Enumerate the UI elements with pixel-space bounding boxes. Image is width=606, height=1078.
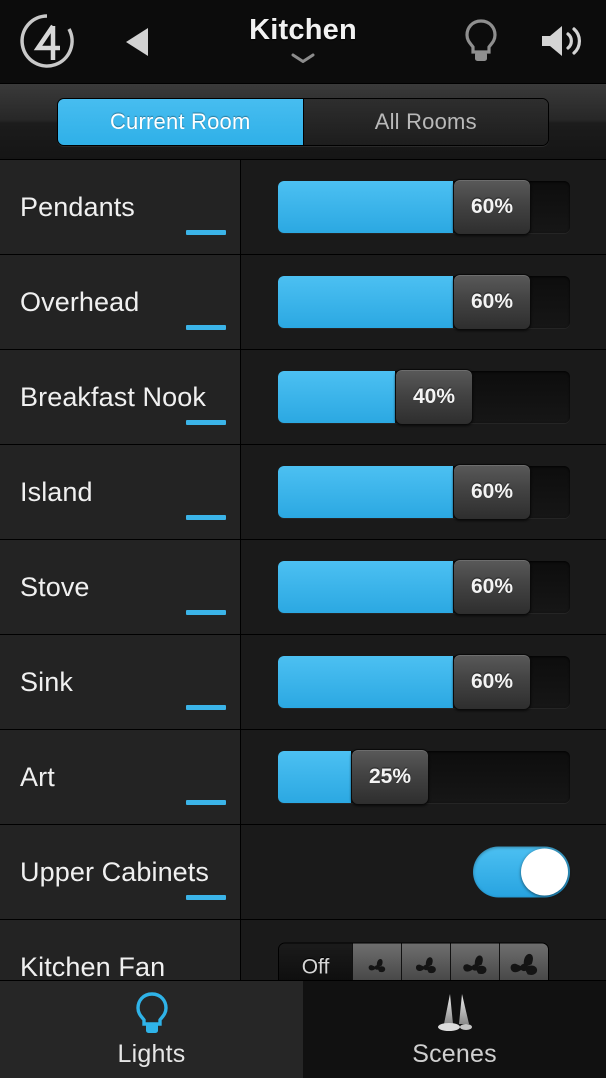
chevron-down-icon[interactable] <box>290 52 316 64</box>
light-row[interactable]: Breakfast Nook 40% <box>0 350 606 445</box>
light-status-dash <box>186 230 226 235</box>
speaker-volume-icon[interactable] <box>538 22 586 60</box>
light-row[interactable]: Overhead 60% <box>0 255 606 350</box>
dimmer-slider-fill <box>278 371 395 423</box>
lights-list: Pendants 60% Overhead 60% Breakfast Nook 40% I… <box>0 160 606 1015</box>
tab-label: Scenes <box>412 1040 497 1068</box>
app-root: Kitchen Current Room All Rooms Pendants … <box>0 0 606 1078</box>
light-status-dash <box>186 515 226 520</box>
dimmer-slider[interactable]: 60% <box>278 559 570 615</box>
dimmer-slider[interactable]: 60% <box>278 274 570 330</box>
light-name: Art <box>20 761 55 792</box>
light-row[interactable]: Sink 60% <box>0 635 606 730</box>
light-status-dash <box>186 705 226 710</box>
light-row[interactable]: Upper Cabinets <box>0 825 606 920</box>
light-name: Overhead <box>20 286 140 317</box>
light-label-cell[interactable]: Pendants <box>0 160 241 254</box>
segment-all-rooms[interactable]: All Rooms <box>303 98 548 145</box>
room-scope-segmented-control[interactable]: Current Room All Rooms <box>57 97 549 146</box>
light-status-dash <box>186 325 226 330</box>
dimmer-slider-fill <box>278 561 453 613</box>
light-control-cell[interactable]: 60% <box>241 635 606 729</box>
light-name: Island <box>20 476 93 507</box>
light-control-cell[interactable]: 60% <box>241 540 606 634</box>
app-header: Kitchen <box>0 0 606 84</box>
lightbulb-icon[interactable] <box>464 18 498 64</box>
light-label-cell[interactable]: Sink <box>0 635 241 729</box>
light-status-dash <box>186 420 226 425</box>
light-label-cell[interactable]: Stove <box>0 540 241 634</box>
lightbulb-icon <box>134 990 170 1038</box>
light-row[interactable]: Island 60% <box>0 445 606 540</box>
dimmer-slider-fill <box>278 751 351 803</box>
light-status-dash <box>186 895 226 900</box>
room-scope-bar: Current Room All Rooms <box>0 84 606 160</box>
light-control-cell[interactable] <box>241 825 606 919</box>
dimmer-slider[interactable]: 25% <box>278 749 570 805</box>
light-label-cell[interactable]: Overhead <box>0 255 241 349</box>
tab-scenes[interactable]: Scenes <box>303 981 606 1078</box>
toggle-knob <box>521 848 568 896</box>
dimmer-slider[interactable]: 40% <box>278 369 570 425</box>
page-title: Kitchen <box>249 14 357 46</box>
dimmer-slider-thumb[interactable]: 40% <box>395 369 473 425</box>
light-row[interactable]: Pendants 60% <box>0 160 606 255</box>
light-row[interactable]: Stove 60% <box>0 540 606 635</box>
light-name: Pendants <box>20 191 135 222</box>
dimmer-slider-fill <box>278 466 453 518</box>
dimmer-slider-fill <box>278 656 453 708</box>
dimmer-slider[interactable]: 60% <box>278 179 570 235</box>
dimmer-slider-thumb[interactable]: 60% <box>453 559 531 615</box>
light-name: Breakfast Nook <box>20 381 206 412</box>
dimmer-slider-fill <box>278 276 453 328</box>
dimmer-slider-fill <box>278 181 453 233</box>
spotlight-beams-icon <box>428 990 482 1038</box>
light-row[interactable]: Art 25% <box>0 730 606 825</box>
light-name: Sink <box>20 666 73 697</box>
tab-label: Lights <box>117 1040 186 1068</box>
light-control-cell[interactable]: 60% <box>241 160 606 254</box>
dimmer-slider-thumb[interactable]: 60% <box>453 179 531 235</box>
dimmer-slider[interactable]: 60% <box>278 654 570 710</box>
light-status-dash <box>186 610 226 615</box>
light-control-cell[interactable]: 60% <box>241 445 606 539</box>
segment-current-room[interactable]: Current Room <box>58 98 304 145</box>
light-label-cell[interactable]: Breakfast Nook <box>0 350 241 444</box>
dimmer-slider-thumb[interactable]: 25% <box>351 749 429 805</box>
bottom-tab-bar: Lights Scenes <box>0 980 606 1078</box>
dimmer-slider-thumb[interactable]: 60% <box>453 274 531 330</box>
light-status-dash <box>186 800 226 805</box>
dimmer-slider-thumb[interactable]: 60% <box>453 654 531 710</box>
light-name: Stove <box>20 571 90 602</box>
page-title-group[interactable]: Kitchen <box>0 14 606 64</box>
dimmer-slider-thumb[interactable]: 60% <box>453 464 531 520</box>
light-label-cell[interactable]: Upper Cabinets <box>0 825 241 919</box>
power-toggle[interactable] <box>473 846 570 898</box>
light-control-cell[interactable]: 25% <box>241 730 606 824</box>
light-label-cell[interactable]: Island <box>0 445 241 539</box>
light-name: Upper Cabinets <box>20 856 210 887</box>
light-control-cell[interactable]: 60% <box>241 255 606 349</box>
tab-lights[interactable]: Lights <box>0 981 303 1078</box>
light-label-cell[interactable]: Art <box>0 730 241 824</box>
light-name: Kitchen Fan <box>20 951 166 982</box>
light-control-cell[interactable]: 40% <box>241 350 606 444</box>
dimmer-slider[interactable]: 60% <box>278 464 570 520</box>
